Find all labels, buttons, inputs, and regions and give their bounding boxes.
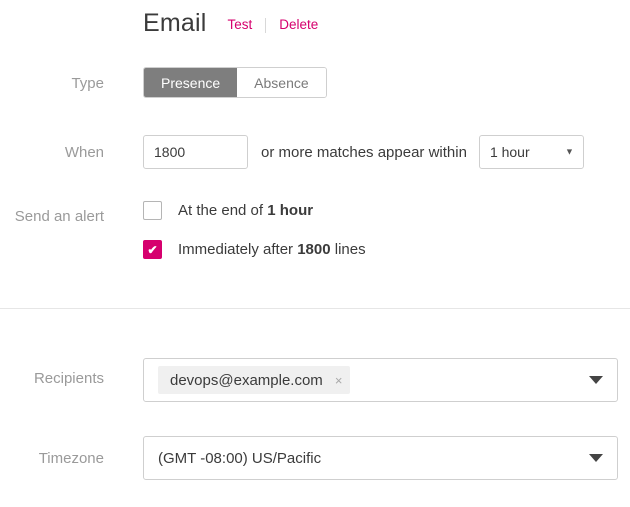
timezone-label: Timezone	[0, 436, 104, 468]
page-title: Email	[143, 8, 207, 38]
immediately-label-suffix: lines	[331, 241, 366, 258]
recipient-chip[interactable]: devops@example.com ×	[158, 366, 350, 394]
header-actions: Test Delete	[228, 17, 319, 33]
chevron-down-icon: ▼	[565, 148, 574, 157]
recipients-field: devops@example.com ×	[143, 358, 630, 402]
type-option-absence[interactable]: Absence	[237, 68, 325, 97]
recipient-chip-label: devops@example.com	[170, 372, 323, 389]
type-row: Type Presence Absence	[0, 67, 630, 98]
at-end-label-strong: 1 hour	[267, 202, 313, 219]
delete-link[interactable]: Delete	[279, 17, 318, 33]
when-row: When or more matches appear within 1 hou…	[0, 135, 630, 169]
timezone-value: (GMT -08:00) US/Pacific	[158, 450, 321, 467]
close-icon[interactable]: ×	[335, 374, 343, 387]
immediately-label-prefix: Immediately after	[178, 241, 297, 258]
time-window-value: 1 hour	[490, 144, 530, 160]
chevron-down-icon	[589, 454, 603, 462]
type-segmented-control[interactable]: Presence Absence	[143, 67, 327, 98]
type-field: Presence Absence	[143, 67, 630, 98]
timezone-field: (GMT -08:00) US/Pacific	[143, 436, 630, 480]
when-field: or more matches appear within 1 hour ▼	[143, 135, 630, 169]
alert-option-immediately[interactable]: ✔ Immediately after 1800 lines	[143, 240, 630, 259]
time-window-select[interactable]: 1 hour ▼	[479, 135, 584, 169]
test-link[interactable]: Test	[228, 17, 253, 33]
send-alert-field: ✔ At the end of 1 hour ✔ Immediately aft…	[143, 201, 630, 259]
timezone-select[interactable]: (GMT -08:00) US/Pacific	[143, 436, 618, 480]
immediately-checkbox[interactable]: ✔	[143, 240, 162, 259]
when-label: When	[0, 135, 104, 162]
immediately-label: Immediately after 1800 lines	[178, 241, 366, 258]
header-action-divider	[265, 18, 266, 33]
at-end-checkbox[interactable]: ✔	[143, 201, 162, 220]
recipients-multiselect[interactable]: devops@example.com ×	[143, 358, 618, 402]
type-option-presence[interactable]: Presence	[144, 68, 237, 97]
type-label: Type	[0, 67, 104, 93]
alert-option-at-end-of-window[interactable]: ✔ At the end of 1 hour	[143, 201, 630, 220]
send-alert-label: Send an alert	[0, 201, 104, 226]
chevron-down-icon	[589, 376, 603, 384]
section-divider	[0, 308, 630, 309]
check-icon: ✔	[147, 244, 157, 256]
immediately-label-strong: 1800	[297, 241, 330, 258]
timezone-row: Timezone (GMT -08:00) US/Pacific	[0, 436, 630, 480]
recipients-row: Recipients devops@example.com ×	[0, 358, 630, 402]
match-threshold-input[interactable]	[143, 135, 248, 169]
at-end-label-prefix: At the end of	[178, 202, 267, 219]
send-alert-row: Send an alert ✔ At the end of 1 hour ✔ I…	[0, 201, 630, 259]
panel-header: Email Test Delete	[0, 0, 630, 38]
when-inline-text: or more matches appear within	[261, 144, 467, 161]
email-alert-settings-panel: Email Test Delete Type Presence Absence …	[0, 0, 630, 507]
at-end-label: At the end of 1 hour	[178, 202, 313, 219]
recipients-label: Recipients	[0, 358, 104, 388]
